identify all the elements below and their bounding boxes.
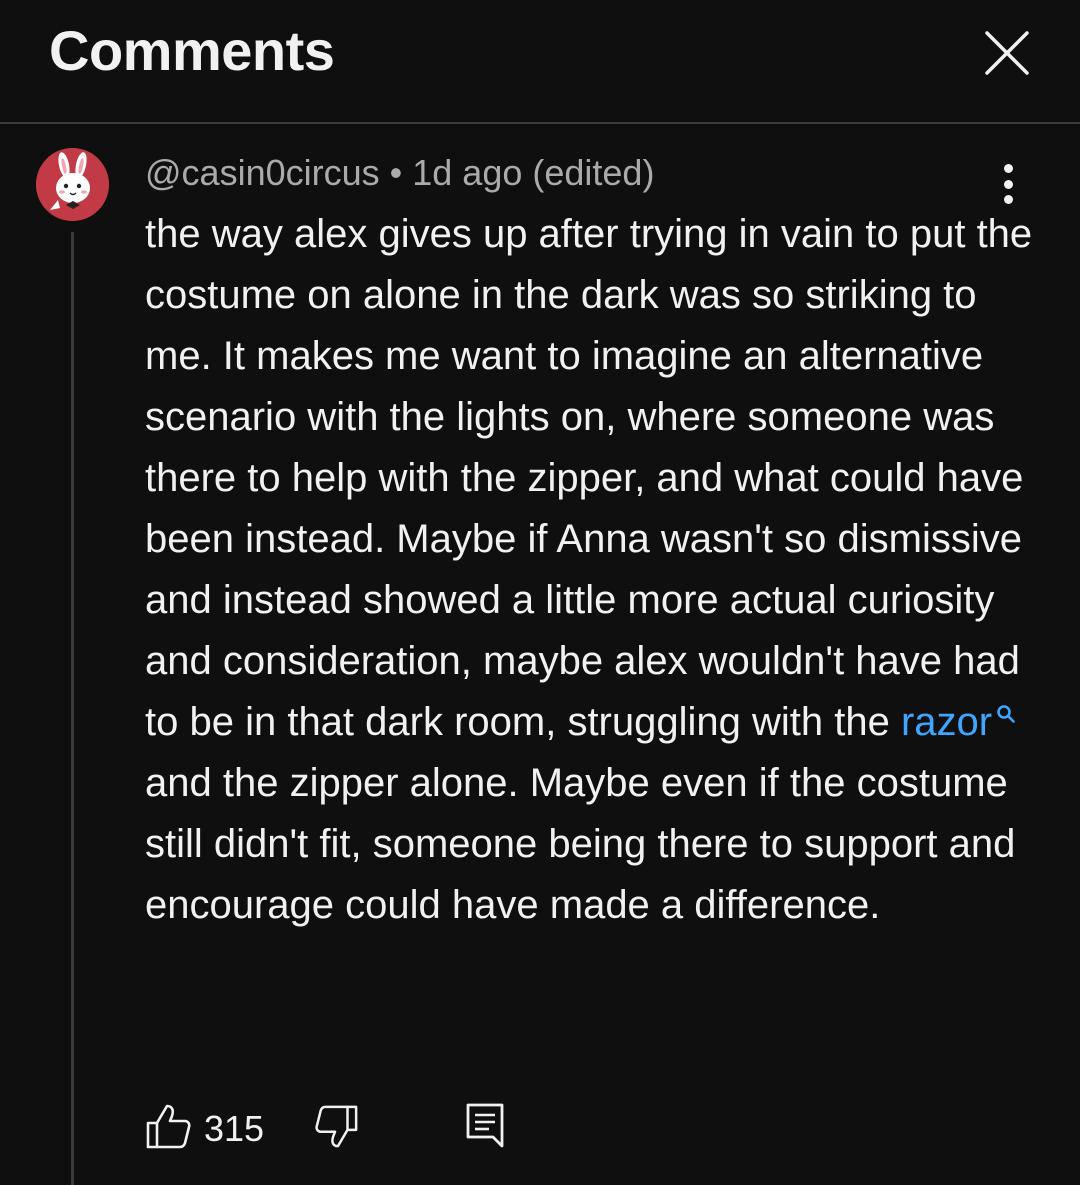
reply-button[interactable]	[465, 1102, 511, 1152]
thumbs-up-icon	[146, 1104, 191, 1149]
dislike-button[interactable]	[313, 1104, 361, 1152]
bunny-avatar-icon	[36, 148, 109, 221]
comment-meta: @casin0circus • 1d ago (edited)	[145, 152, 654, 194]
search-icon	[997, 705, 1015, 723]
reply-icon	[466, 1103, 504, 1148]
meta-separator: •	[389, 152, 403, 193]
thumbs-down-icon	[315, 1105, 358, 1148]
close-button[interactable]	[976, 22, 1038, 84]
page-title: Comments	[49, 19, 335, 82]
more-vert-dot	[1003, 195, 1013, 204]
comment-text-part1: the way alex gives up after trying in va…	[145, 212, 1033, 744]
close-icon	[985, 31, 1029, 75]
search-link-label[interactable]: razor	[901, 700, 992, 744]
comment-text: the way alex gives up after trying in va…	[145, 204, 1045, 936]
comments-header: Comments	[0, 0, 1080, 124]
search-link[interactable]: razor	[901, 700, 1028, 744]
comment-time: 1d ago (edited)	[412, 152, 655, 193]
more-vert-icon	[1003, 164, 1013, 173]
like-count: 315	[204, 1108, 265, 1149]
comment-author[interactable]: @casin0circus	[145, 152, 380, 193]
comment-text-part2: and the zipper alone. Maybe even if the …	[145, 761, 1016, 927]
like-button[interactable]	[145, 1102, 193, 1150]
more-options-button[interactable]	[988, 160, 1028, 208]
thread-line	[71, 232, 74, 1185]
more-vert-dot	[1003, 179, 1013, 189]
avatar[interactable]	[36, 148, 109, 221]
